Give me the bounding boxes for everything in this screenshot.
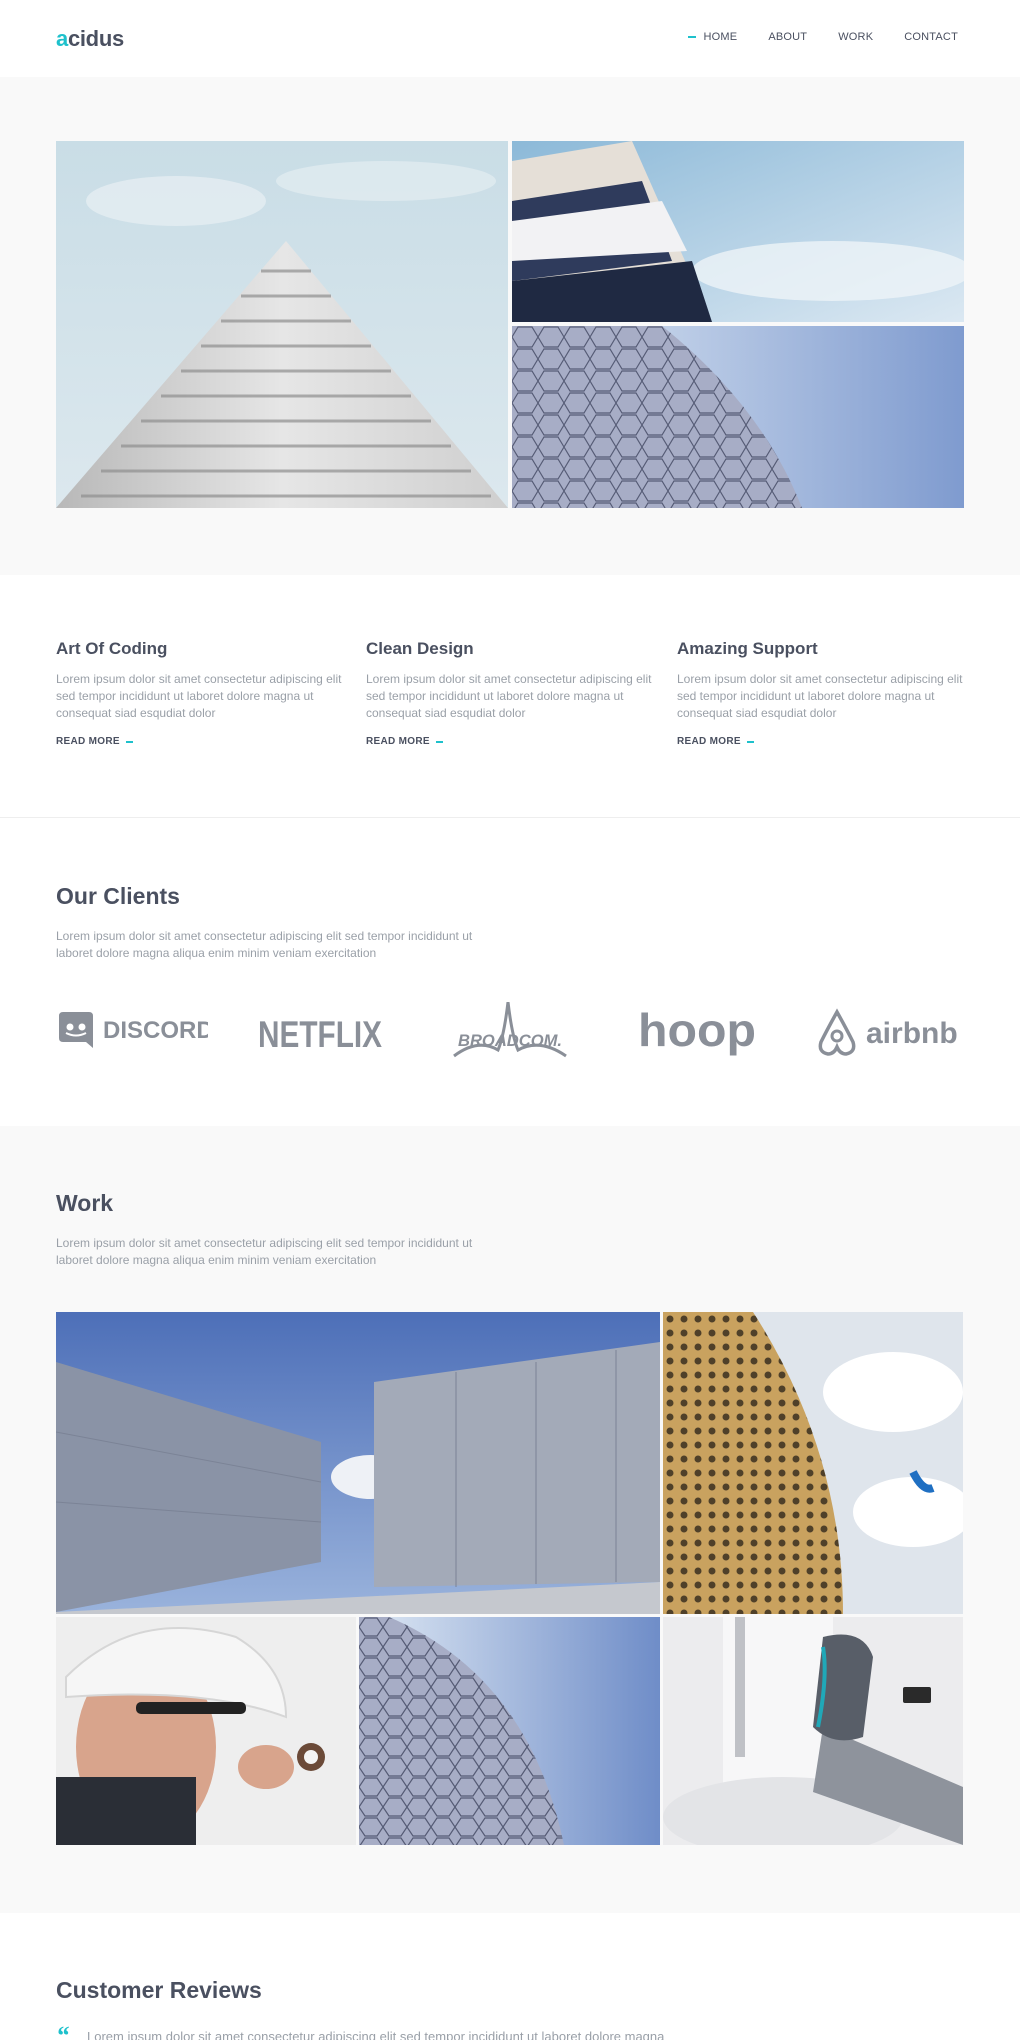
nav-work[interactable]: WORK xyxy=(838,31,873,43)
nav-about-label: ABOUT xyxy=(768,31,808,43)
work-image-worker-helmet[interactable] xyxy=(56,1617,356,1845)
client-logos: DISCORD NETFLIX BROADCOM. hoop airbnb xyxy=(56,1001,962,1062)
dash-icon xyxy=(125,740,133,743)
feature-text: Lorem ipsum dolor sit amet consectetur a… xyxy=(56,672,342,720)
nav-home[interactable]: HOME xyxy=(687,31,738,43)
work-header: Work Lorem ipsum dolor sit amet consecte… xyxy=(56,1190,496,1269)
work-image-perforated-facade[interactable] xyxy=(663,1312,963,1614)
client-logo-text: NETFLIX xyxy=(258,1014,382,1055)
feature-title: Art Of Coding xyxy=(56,639,168,658)
logo-text: cidus xyxy=(67,26,124,51)
client-logo-text: DISCORD xyxy=(103,1017,208,1044)
nav-contact-label: CONTACT xyxy=(904,31,958,43)
dash-icon xyxy=(435,740,443,743)
quote-icon: “ xyxy=(56,2021,69,2040)
feature-title: Amazing Support xyxy=(677,639,818,658)
client-logo-broadcom[interactable]: BROADCOM. xyxy=(448,1001,572,1062)
feature-art-of-coding: Art Of Coding Lorem ipsum dolor sit amet… xyxy=(56,639,346,747)
feature-text: Lorem ipsum dolor sit amet consectetur a… xyxy=(366,672,652,720)
nav-home-label: HOME xyxy=(703,31,738,43)
client-logo-discord[interactable]: DISCORD xyxy=(56,1002,214,1062)
main-nav: HOME ABOUT WORK CONTACT xyxy=(657,31,959,43)
work-section: Work Lorem ipsum dolor sit amet consecte… xyxy=(0,1126,1020,1913)
hero-image-building-corner xyxy=(512,141,964,322)
site-header: acidus HOME ABOUT WORK CONTACT xyxy=(0,0,1020,77)
feature-amazing-support: Amazing Support Lorem ipsum dolor sit am… xyxy=(677,639,967,747)
hero-image-dome xyxy=(512,326,964,508)
feature-text: Lorem ipsum dolor sit amet consectetur a… xyxy=(677,672,963,720)
clients-section: Our Clients Lorem ipsum dolor sit amet c… xyxy=(0,819,1020,1126)
read-more-label: READ MORE xyxy=(366,736,430,747)
client-logo-hoop[interactable]: hoop xyxy=(638,1002,758,1062)
work-image-sneakers-chair[interactable] xyxy=(663,1617,963,1845)
read-more-label: READ MORE xyxy=(677,736,741,747)
dash-icon xyxy=(746,740,754,743)
reviews-header: Customer Reviews xyxy=(56,1977,262,2004)
feature-clean-design: Clean Design Lorem ipsum dolor sit amet … xyxy=(366,639,656,747)
site-logo[interactable]: acidus xyxy=(56,26,124,52)
section-title: Our Clients xyxy=(56,883,180,909)
client-logo-text: airbnb xyxy=(866,1017,958,1050)
client-logo-netflix[interactable]: NETFLIX xyxy=(256,1002,386,1062)
nav-about[interactable]: ABOUT xyxy=(768,31,807,43)
work-image-concrete-buildings[interactable] xyxy=(56,1312,660,1614)
logo-accent: a xyxy=(56,26,68,51)
clients-header: Our Clients Lorem ipsum dolor sit amet c… xyxy=(56,883,496,962)
hero-gallery xyxy=(0,77,1020,575)
read-more-label: READ MORE xyxy=(56,736,120,747)
hero-image-pyramid-building xyxy=(56,141,508,508)
section-title: Work xyxy=(56,1190,114,1216)
review-text: Lorem ipsum dolor sit amet consectetur a… xyxy=(87,2029,665,2040)
read-more-link[interactable]: READ MORE xyxy=(56,736,346,747)
work-image-dome[interactable] xyxy=(359,1617,660,1845)
client-logo-text: hoop xyxy=(638,1004,756,1056)
features-section: Art Of Coding Lorem ipsum dolor sit amet… xyxy=(0,575,1020,818)
client-logo-airbnb[interactable]: airbnb xyxy=(816,1002,962,1062)
section-title: Customer Reviews xyxy=(56,1977,262,2003)
feature-title: Clean Design xyxy=(366,639,474,658)
client-logo-text: BROADCOM. xyxy=(458,1031,562,1050)
section-description: Lorem ipsum dolor sit amet consectetur a… xyxy=(56,929,473,960)
page: acidus HOME ABOUT WORK CONTACT Art Of Co… xyxy=(0,0,1020,2040)
nav-work-label: WORK xyxy=(838,31,874,43)
active-indicator xyxy=(687,36,696,38)
section-description: Lorem ipsum dolor sit amet consectetur a… xyxy=(56,1236,473,1267)
nav-contact[interactable]: CONTACT xyxy=(904,31,958,43)
reviews-section: Customer Reviews “ Lorem ipsum dolor sit… xyxy=(0,1913,1020,2040)
read-more-link[interactable]: READ MORE xyxy=(366,736,656,747)
read-more-link[interactable]: READ MORE xyxy=(677,736,967,747)
